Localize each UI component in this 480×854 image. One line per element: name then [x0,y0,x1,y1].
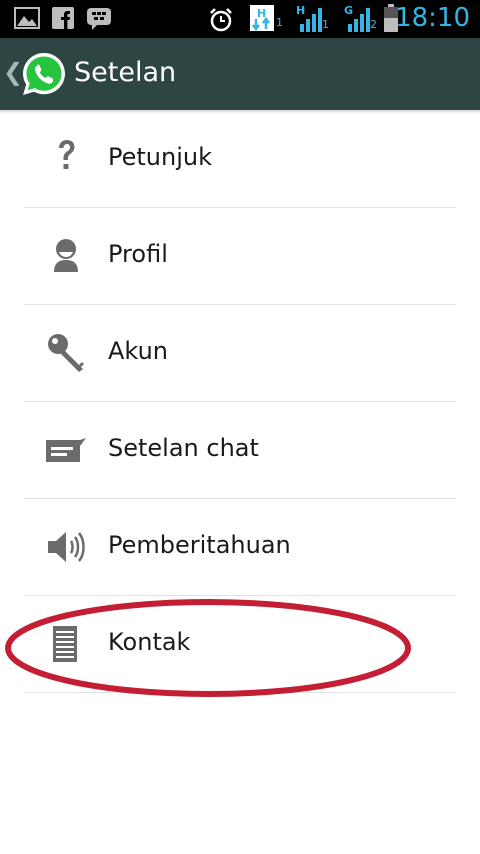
gallery-icon [14,7,40,29]
data-indicator-index: 1 [276,16,283,29]
chat-icon [46,438,86,462]
key-icon [48,334,84,372]
status-bar: H 1 H 1 G 2 18:10 [0,0,480,38]
help-icon [59,140,75,169]
page-title: Setelan [74,57,177,88]
sim1-index: 1 [322,18,329,31]
whatsapp-logo-icon[interactable] [20,50,68,98]
settings-item-account[interactable]: Akun [24,305,456,402]
clock: 18:10 [395,3,470,33]
signal-icon [348,8,370,32]
settings-item-profile[interactable]: Profil [24,208,456,305]
highlight-ellipse [5,599,411,697]
bbm-icon [87,8,111,30]
sim2-index: 2 [370,18,377,31]
settings-item-label: Setelan chat [108,434,259,462]
svg-text:H: H [257,7,266,20]
settings-item-chat-settings[interactable]: Setelan chat [24,402,456,499]
settings-item-notifications[interactable]: Pemberitahuan [24,499,456,596]
alarm-icon [210,8,232,32]
signal-icon [300,8,322,32]
settings-item-label: Petunjuk [108,143,212,171]
action-bar: ❮ Setelan [0,38,480,110]
settings-item-help[interactable]: Petunjuk [24,111,456,208]
speaker-icon [48,532,85,562]
profile-icon [54,239,78,272]
settings-item-label: Profil [108,240,168,268]
facebook-icon [52,7,74,29]
settings-item-label: Pemberitahuan [108,531,291,559]
settings-item-label: Akun [108,337,168,365]
